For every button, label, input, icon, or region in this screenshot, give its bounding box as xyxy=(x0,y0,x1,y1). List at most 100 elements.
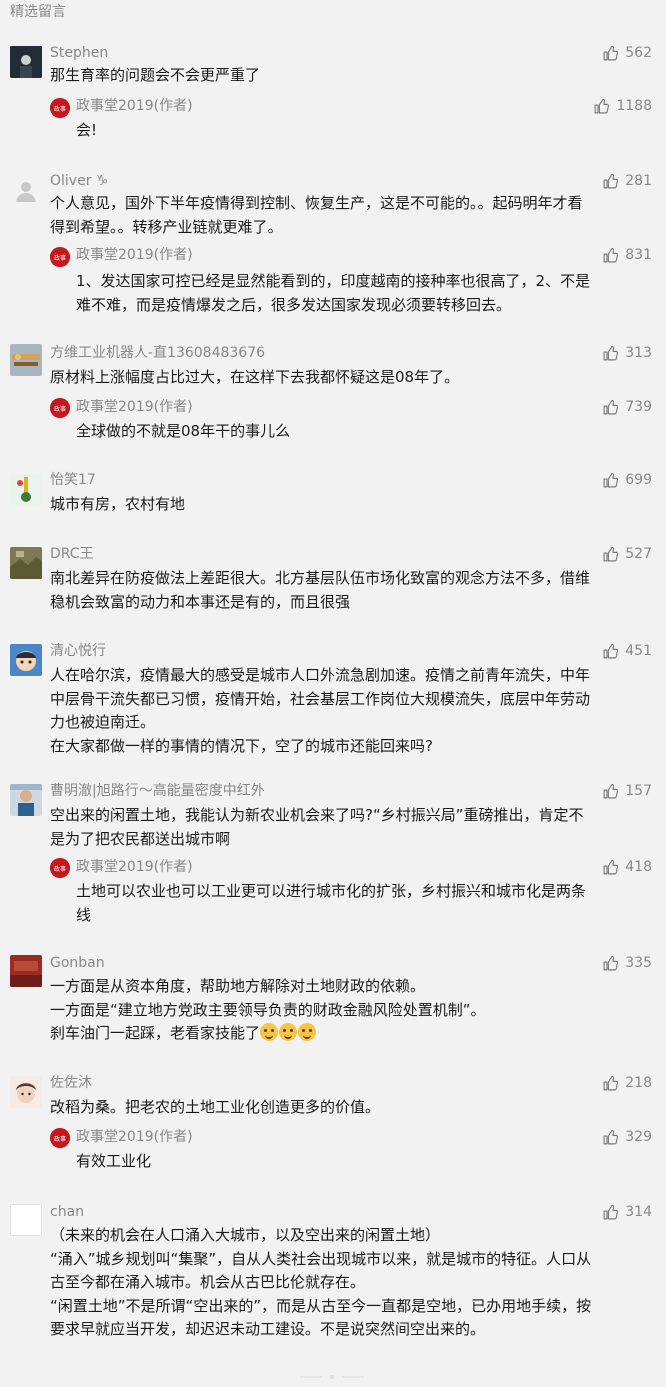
thumbs-up-icon xyxy=(594,98,610,113)
thumbs-up-icon xyxy=(603,1204,619,1219)
like-button[interactable]: 527 xyxy=(602,545,652,563)
comment-text: （未来的机会在人口涌入大城市，以及空出来的闲置土地） “涌入”城乡规划叫“集聚”… xyxy=(50,1226,592,1338)
author-reply-text: 土地可以农业也可以工业更可以进行城市化的扩张，乡村振兴和城市化是两条 线 xyxy=(76,882,587,924)
avatar[interactable] xyxy=(10,955,42,987)
avatar[interactable] xyxy=(10,46,42,78)
author-name: 政事堂2019(作者) xyxy=(76,98,193,114)
face-emoji-icon xyxy=(298,1023,317,1041)
comment-text: 那生育率的问题会不会更严重了 xyxy=(50,66,261,84)
commenter-name[interactable]: Oliver ♑ xyxy=(50,172,108,190)
thumbs-up-icon xyxy=(603,546,619,561)
like-button[interactable]: 335 xyxy=(602,954,652,972)
commenter-name[interactable]: DRC王 xyxy=(50,545,94,563)
like-count: 562 xyxy=(625,45,652,61)
like-count: 1188 xyxy=(616,98,652,114)
author-name: 政事堂2019(作者) xyxy=(76,859,193,875)
thumbs-up-icon xyxy=(603,1075,619,1090)
thumbs-up-icon xyxy=(603,1129,619,1144)
author-avatar: 政事 xyxy=(50,98,70,118)
avatar[interactable] xyxy=(10,174,42,206)
avatar[interactable] xyxy=(10,784,42,816)
like-button[interactable]: 562 xyxy=(602,44,652,62)
author-name: 政事堂2019(作者) xyxy=(76,399,193,415)
svg-text:政事: 政事 xyxy=(54,405,66,413)
like-count: 418 xyxy=(625,859,652,875)
face-emoji-icon xyxy=(279,1023,298,1041)
like-button[interactable]: 451 xyxy=(602,642,652,660)
commenter-name[interactable]: 怡笑17 xyxy=(50,471,96,489)
commenter-name[interactable]: Stephen xyxy=(50,44,108,62)
avatar[interactable] xyxy=(10,473,42,505)
avatar[interactable] xyxy=(10,1076,42,1108)
thumbs-up-icon xyxy=(603,173,619,188)
like-count: 831 xyxy=(625,247,652,263)
comment-text: 城市有房，农村有地 xyxy=(50,495,186,513)
thumbs-up-icon xyxy=(603,247,619,262)
commenter-name[interactable]: chan xyxy=(50,1203,84,1221)
comment-text: 个人意见，国外下半年疫情得到控制、恢复生产，这是不可能的。。起码明年才看 得到希… xyxy=(50,194,583,236)
svg-text:政事: 政事 xyxy=(54,105,66,113)
commenter-name[interactable]: Gonban xyxy=(50,954,105,972)
author-avatar: 政事 xyxy=(50,858,70,878)
author-name: 政事堂2019(作者) xyxy=(76,247,193,263)
like-button[interactable]: 314 xyxy=(602,1203,652,1221)
like-button[interactable]: 831 xyxy=(602,246,652,264)
author-avatar: 政事 xyxy=(50,398,70,418)
scroll-indicator xyxy=(300,1375,364,1379)
commenter-name[interactable]: 方维工业机器人-直13608483676 xyxy=(50,344,265,362)
like-count: 335 xyxy=(625,955,652,971)
like-button[interactable]: 699 xyxy=(602,471,652,489)
like-count: 329 xyxy=(625,1129,652,1145)
commenter-name[interactable]: 佐佐沐 xyxy=(50,1074,92,1092)
thumbs-up-icon xyxy=(603,45,619,60)
author-avatar: 政事 xyxy=(50,1128,70,1148)
like-button[interactable]: 313 xyxy=(602,344,652,362)
comment-text: 一方面是从资本角度，帮助地方解除对土地财政的依赖。 一方面是“建立地方党政主要领… xyxy=(50,977,486,1042)
author-name: 政事堂2019(作者) xyxy=(76,1129,193,1145)
avatar[interactable] xyxy=(10,644,42,676)
like-button[interactable]: 281 xyxy=(602,172,652,190)
author-reply-text: 会! xyxy=(76,121,98,139)
comment-text: 人在哈尔滨，疫情最大的感受是城市人口外流急剧加速。疫情之前青年流失，中年 中层骨… xyxy=(50,666,591,755)
like-button[interactable]: 1188 xyxy=(593,97,652,115)
author-reply-text: 1、发达国家可控已经是显然能看到的，印度越南的接种率也很高了，2、不是 难不难，… xyxy=(76,272,591,314)
section-title: 精选留言 xyxy=(10,4,66,20)
author-reply-text: 全球做的不就是08年干的事儿么 xyxy=(76,422,291,440)
avatar[interactable] xyxy=(10,1204,42,1236)
like-count: 699 xyxy=(625,472,652,488)
like-count: 527 xyxy=(625,546,652,562)
svg-text:政事: 政事 xyxy=(54,254,66,262)
avatar[interactable] xyxy=(10,344,42,376)
like-count: 739 xyxy=(625,399,652,415)
thumbs-up-icon xyxy=(603,955,619,970)
author-reply-text: 有效工业化 xyxy=(76,1152,152,1170)
like-button[interactable]: 329 xyxy=(602,1128,652,1146)
thumbs-up-icon xyxy=(603,399,619,414)
thumbs-up-icon xyxy=(603,345,619,360)
like-count: 314 xyxy=(625,1204,652,1220)
comment-text: 改稻为桑。把老农的土地工业化创造更多的价值。 xyxy=(50,1098,381,1116)
like-button[interactable]: 218 xyxy=(602,1074,652,1092)
commenter-name[interactable]: 清心悦行 xyxy=(50,642,106,660)
thumbs-up-icon xyxy=(603,472,619,487)
svg-text:政事: 政事 xyxy=(54,865,66,873)
commenter-name[interactable]: 曹明澈|旭路行～高能量密度中红外 xyxy=(50,782,265,800)
like-count: 157 xyxy=(625,783,652,799)
like-count: 281 xyxy=(625,173,652,189)
like-count: 313 xyxy=(625,345,652,361)
like-count: 451 xyxy=(625,643,652,659)
thumbs-up-icon xyxy=(603,859,619,874)
comment-text: 南北差异在防疫做法上差距很大。北方基层队伍市场化致富的观念方法不多，借维 稳机会… xyxy=(50,569,591,611)
comment-text: 空出来的闲置土地，我能认为新农业机会来了吗?“乡村振兴局”重磅推出，肯定不 是为… xyxy=(50,806,584,848)
like-button[interactable]: 418 xyxy=(602,858,652,876)
svg-text:政事: 政事 xyxy=(54,1135,66,1143)
comment-text: 原材料上涨幅度占比过大，在这样下去我都怀疑这是08年了。 xyxy=(50,368,460,386)
avatar[interactable] xyxy=(10,547,42,579)
thumbs-up-icon xyxy=(603,783,619,798)
thumbs-up-icon xyxy=(603,643,619,658)
author-avatar: 政事 xyxy=(50,247,70,267)
face-emoji-icon xyxy=(260,1023,279,1041)
like-button[interactable]: 739 xyxy=(602,398,652,416)
like-count: 218 xyxy=(625,1075,652,1091)
like-button[interactable]: 157 xyxy=(602,782,652,800)
